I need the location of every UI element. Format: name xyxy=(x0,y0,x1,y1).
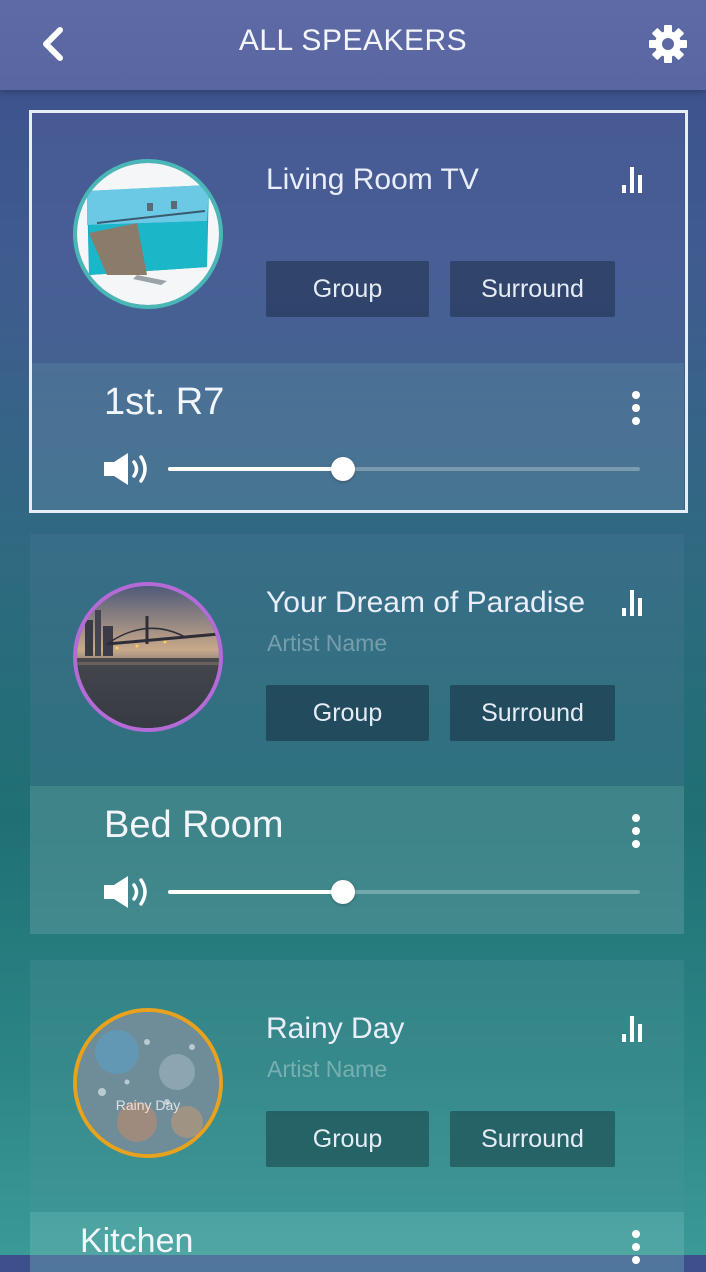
more-options-icon[interactable] xyxy=(626,812,646,850)
ocean-villa-tv-artwork xyxy=(77,163,219,305)
slider-thumb[interactable] xyxy=(330,880,355,904)
gear-icon xyxy=(649,25,687,63)
slider-fill xyxy=(168,890,343,894)
equalizer-icon[interactable] xyxy=(620,165,646,195)
speaker-control-section: 1st. R7 xyxy=(30,363,684,511)
group-button[interactable]: Group xyxy=(266,261,429,317)
app-header: ALL SPEAKERS xyxy=(0,0,706,90)
speaker-card[interactable]: Your Dream of Paradise Artist Name Group… xyxy=(30,534,684,934)
slider-fill xyxy=(168,467,343,471)
now-playing-section: Your Dream of Paradise Artist Name Group… xyxy=(30,534,684,786)
rainy-window-artwork: Rainy Day xyxy=(77,1012,219,1154)
track-title: Rainy Day xyxy=(266,1012,405,1045)
album-art-text: Rainy Day xyxy=(116,1097,181,1113)
surround-button[interactable]: Surround xyxy=(450,685,615,741)
group-button[interactable]: Group xyxy=(266,685,429,741)
speaker-name: 1st. R7 xyxy=(104,381,225,423)
album-art[interactable]: Rainy Day xyxy=(73,1008,223,1158)
more-options-icon[interactable] xyxy=(626,389,646,427)
group-button[interactable]: Group xyxy=(266,1111,429,1167)
track-title: Your Dream of Paradise xyxy=(266,586,586,619)
more-options-icon[interactable] xyxy=(626,1228,646,1266)
volume-icon[interactable] xyxy=(102,451,154,487)
artist-name: Artist Name xyxy=(267,1056,388,1082)
volume-slider[interactable] xyxy=(168,457,640,481)
surround-button[interactable]: Surround xyxy=(450,261,615,317)
track-title: Living Room TV xyxy=(266,163,479,196)
album-art[interactable] xyxy=(73,582,223,732)
equalizer-icon[interactable] xyxy=(620,588,646,618)
page-title: ALL SPEAKERS xyxy=(238,24,468,57)
city-bridge-artwork xyxy=(77,586,219,728)
speaker-control-section: Bed Room xyxy=(30,786,684,934)
settings-button[interactable] xyxy=(646,22,690,66)
volume-slider[interactable] xyxy=(168,880,640,904)
speaker-name: Bed Room xyxy=(104,804,284,846)
equalizer-icon[interactable] xyxy=(620,1014,646,1044)
slider-thumb[interactable] xyxy=(330,457,355,481)
speaker-control-section: Kitchen xyxy=(30,1212,684,1272)
album-art[interactable] xyxy=(73,159,223,309)
surround-button[interactable]: Surround xyxy=(450,1111,615,1167)
speaker-card[interactable]: Rainy Day Rainy Day Artist Name Group Su… xyxy=(30,960,684,1272)
speaker-card[interactable]: Living Room TV Group Surround 1st. R7 xyxy=(30,111,684,511)
artist-name: Artist Name xyxy=(267,630,388,656)
speaker-name: Kitchen xyxy=(80,1222,194,1260)
volume-icon[interactable] xyxy=(102,874,154,910)
now-playing-section: Rainy Day Rainy Day Artist Name Group Su… xyxy=(30,960,684,1212)
now-playing-section: Living Room TV Group Surround xyxy=(30,111,684,363)
